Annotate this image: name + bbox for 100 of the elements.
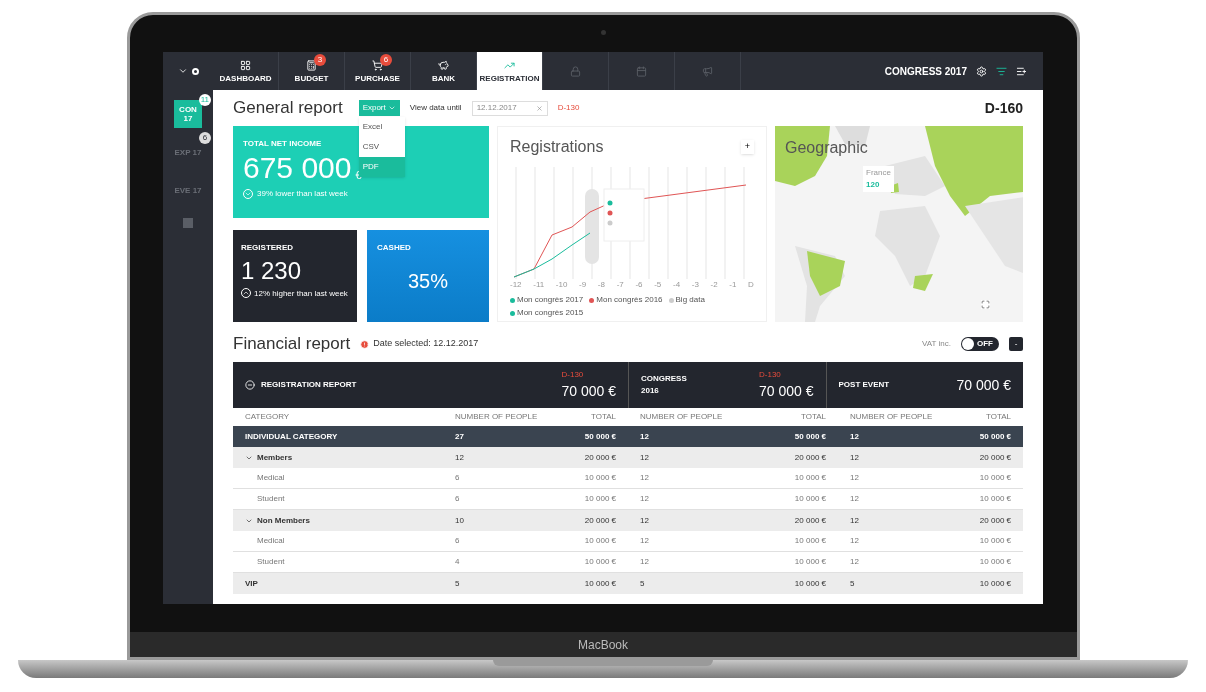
trend-note: 12% higher than last week: [254, 288, 348, 298]
caret-icon: [387, 104, 396, 112]
column-header: NUMBER OF PEOPLE: [454, 411, 539, 423]
axis-label: -10: [555, 279, 568, 291]
table-cell: 10 000 €: [553, 573, 628, 594]
axis-label: -2: [710, 279, 718, 291]
card-title: Registrations: [510, 137, 604, 157]
trend-note: 39% lower than last week: [257, 188, 348, 200]
filter-list-icon[interactable]: [996, 65, 1007, 77]
countdown-label: D-160: [984, 98, 1023, 118]
calendar-icon: [636, 65, 647, 77]
table-cell: 50 000 €: [748, 426, 838, 447]
cart-icon: [372, 59, 383, 71]
date-note: Date selected: 12.12.2017: [373, 337, 479, 351]
vat-toggle[interactable]: OFF: [961, 337, 999, 351]
report-amount: 70 000 €: [561, 381, 616, 401]
table-cell: 12: [628, 510, 748, 531]
laptop-brand: MacBook: [578, 636, 628, 654]
table-cell: 5: [838, 573, 953, 594]
menu-item[interactable]: CSV: [358, 137, 405, 157]
income-value: 675 000: [243, 150, 352, 186]
axis-label: -8: [597, 279, 605, 291]
registered-value: 1 230: [241, 256, 302, 286]
card-label: CASHED: [377, 242, 411, 254]
grid-icon: [240, 59, 251, 71]
vat-label: VAT inc.: [922, 338, 951, 350]
legend-label: Mon congrès 2017: [517, 294, 584, 306]
table-cell: Members: [233, 447, 443, 468]
table-cell: 20 000 €: [553, 510, 628, 531]
axis-label: -11: [533, 279, 545, 291]
table-cell: 10: [443, 510, 553, 531]
collapse-icon[interactable]: [245, 380, 255, 390]
table-cell: 10 000 €: [953, 573, 1023, 594]
legend-label: Big data: [675, 294, 705, 306]
table-cell: 5: [443, 573, 553, 594]
table-cell: 50 000 €: [553, 426, 628, 447]
report-amount: 70 000 €: [759, 381, 814, 401]
nav-tab[interactable]: REGISTRATION: [477, 52, 543, 90]
card-label: REGISTERED: [241, 242, 293, 254]
table-cell: 20 000 €: [748, 447, 838, 468]
table-cell: 12: [838, 447, 953, 468]
axis-label: -7: [616, 279, 624, 291]
report-title: CONGRESS 2016: [641, 373, 688, 397]
column-header: TOTAL: [589, 411, 617, 423]
table-cell: 20 000 €: [953, 447, 1023, 468]
add-button[interactable]: +: [740, 140, 754, 154]
table-cell: 50 000 €: [953, 426, 1023, 447]
nav-tab[interactable]: BUDGET 3: [279, 52, 345, 90]
legend-label: Mon congrès 2015: [517, 307, 584, 319]
table-cell: 12: [443, 447, 553, 468]
axis-label: -1: [729, 279, 737, 291]
nav-tab[interactable]: PURCHASE 6: [345, 52, 411, 90]
card-label: TOTAL NET INCOME: [243, 138, 322, 150]
table-cell: INDIVIDUAL CATEGORY: [233, 426, 443, 447]
camera-icon: [600, 30, 606, 35]
countdown-tag: D-130: [561, 368, 584, 381]
alert-icon: [360, 339, 370, 349]
axis-label: -9: [579, 279, 587, 291]
tooltip-value: 120: [866, 179, 881, 191]
view-data-label: View data until: [409, 102, 462, 114]
menu-item[interactable]: Excel: [358, 117, 405, 137]
table-cell: 12: [628, 426, 748, 447]
cashed-value: 35%: [408, 269, 448, 294]
axis-label: -5: [654, 279, 662, 291]
countdown-tag: D-130: [557, 102, 580, 114]
table-cell: VIP: [233, 573, 443, 594]
tab-badge: 3: [314, 54, 326, 66]
event-badge: 11: [198, 94, 211, 106]
axis-label: -3: [691, 279, 699, 291]
table-cell: 12: [838, 510, 953, 531]
countdown-tag: D-130: [759, 368, 781, 381]
event-badge: 6: [199, 132, 211, 144]
calculator-icon: [306, 59, 317, 71]
axis-label: -6: [635, 279, 643, 291]
add-list-icon[interactable]: [1016, 65, 1027, 77]
column-header: NUMBER OF PEOPLE: [849, 411, 934, 423]
column-header: CATEGORY: [244, 411, 291, 423]
nav-tab[interactable]: DASHBOARD: [213, 52, 279, 90]
column-header: TOTAL: [799, 411, 827, 423]
legend-label: Mon congrès 2016: [596, 294, 663, 306]
column-header: TOTAL: [984, 411, 1012, 423]
date-field[interactable]: 12.12.2017: [471, 100, 548, 116]
table-cell: 12: [628, 447, 748, 468]
tooltip-country: France: [866, 167, 891, 179]
chevron-icon[interactable]: [177, 66, 188, 76]
report-amount: 70 000 €: [956, 375, 1011, 395]
megaphone-icon: [702, 65, 713, 77]
report-title: POST EVENT: [838, 379, 890, 391]
lock-icon: [570, 65, 581, 77]
table-cell: 27: [443, 426, 553, 447]
table-cell: 5: [628, 573, 748, 594]
table-cell: Non Members: [233, 510, 443, 531]
settings-icon[interactable]: [976, 65, 987, 77]
fullscreen-icon[interactable]: [981, 300, 990, 309]
collapse-button[interactable]: -: [1009, 337, 1023, 351]
column-header: NUMBER OF PEOPLE: [639, 411, 724, 423]
table-cell: 20 000 €: [748, 510, 838, 531]
axis-label: D: [748, 279, 754, 291]
piggy-bank-icon: [438, 59, 449, 71]
axis-label: -12: [510, 279, 522, 291]
